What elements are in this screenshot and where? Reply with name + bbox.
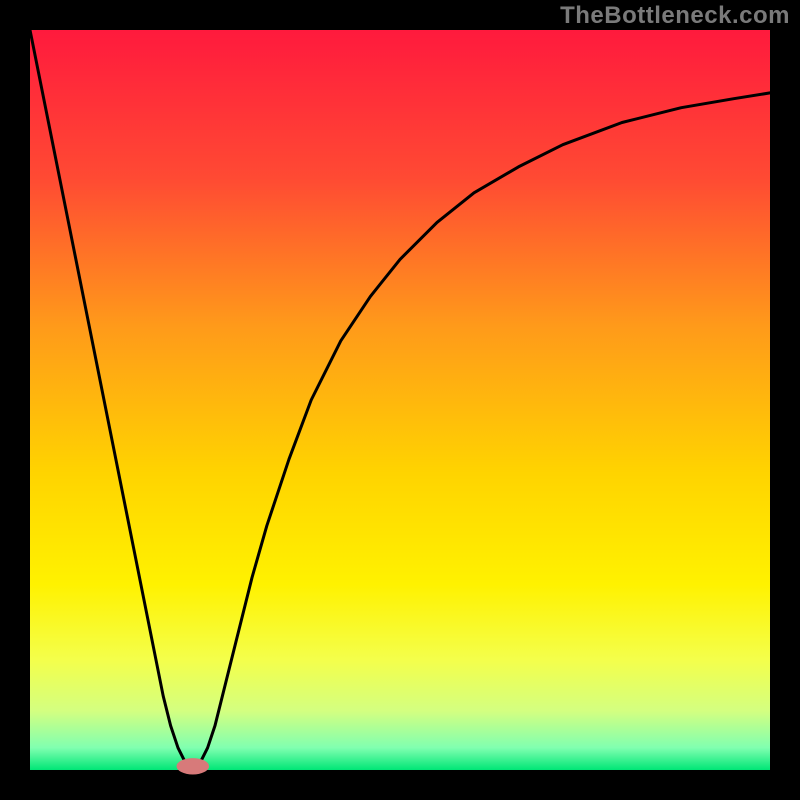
- chart-container: TheBottleneck.com: [0, 0, 800, 800]
- watermark-label: TheBottleneck.com: [560, 2, 790, 30]
- plot-background: [30, 30, 770, 770]
- minimum-marker: [177, 758, 210, 774]
- bottleneck-chart: [0, 0, 800, 800]
